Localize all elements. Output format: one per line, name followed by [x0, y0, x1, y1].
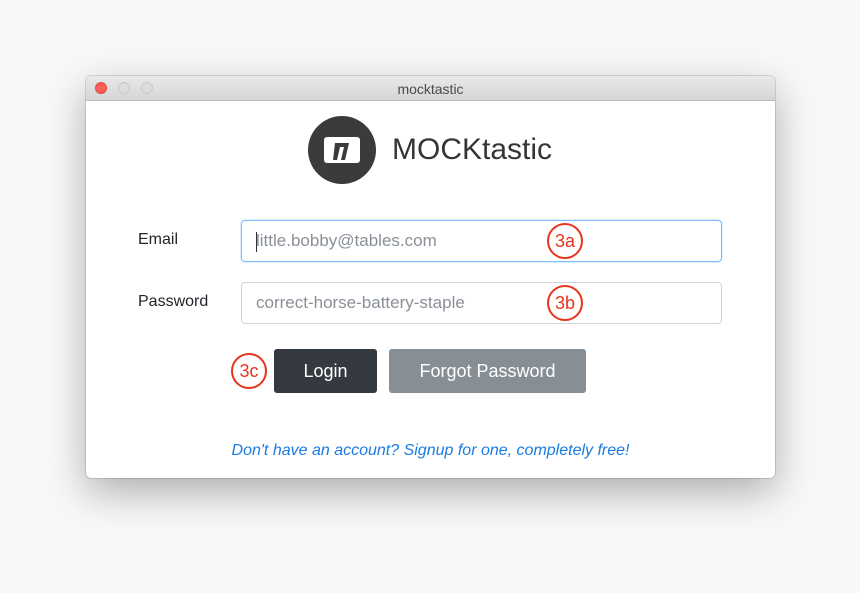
annotation-badge-email: 3a [547, 223, 583, 259]
password-label: Password [138, 293, 209, 310]
title-bar[interactable]: mocktastic [86, 76, 775, 101]
brand-name: MOCKtastic [392, 133, 553, 166]
email-input[interactable] [241, 220, 722, 262]
brand-header: MOCKtastic [308, 116, 552, 184]
password-input[interactable] [241, 282, 722, 324]
annotation-badge-password: 3b [547, 285, 583, 321]
app-window: mocktastic MOCKtastic Email 3a Password … [86, 76, 775, 478]
text-caret [256, 232, 257, 252]
window-title: mocktastic [397, 81, 464, 97]
m-logo-icon [308, 116, 376, 184]
signup-link[interactable]: Don't have an account? Signup for one, c… [86, 442, 775, 460]
forgot-password-button[interactable]: Forgot Password [389, 349, 586, 393]
annotation-badge-login: 3c [231, 353, 267, 389]
login-button[interactable]: Login [274, 349, 377, 393]
email-label: Email [138, 231, 179, 248]
